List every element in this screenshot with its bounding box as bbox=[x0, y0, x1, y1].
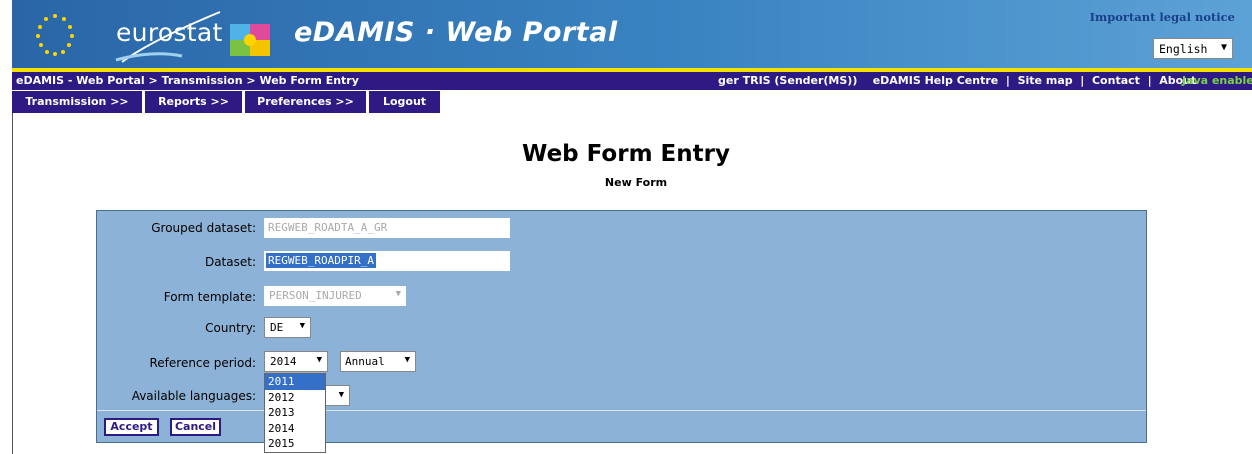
year-option[interactable]: 2013 bbox=[265, 405, 325, 421]
form-template-label: Form template: bbox=[163, 290, 256, 304]
frequency-select[interactable]: Annual ▼ bbox=[340, 351, 416, 372]
legal-notice-link[interactable]: Important legal notice bbox=[1090, 10, 1235, 24]
chevron-down-icon: ▼ bbox=[404, 355, 410, 365]
eu-flag-logo bbox=[36, 14, 74, 56]
country-select[interactable]: DE ▼ bbox=[264, 317, 311, 338]
language-select[interactable]: English ▼ bbox=[1153, 38, 1233, 59]
page-subtitle: New Form bbox=[604, 176, 668, 189]
menu-reports[interactable]: Reports >> bbox=[145, 91, 242, 113]
frequency-value: Annual bbox=[345, 355, 385, 368]
dataset-label: Dataset: bbox=[204, 255, 256, 269]
year-option[interactable]: 2015 bbox=[265, 436, 325, 452]
chevron-down-icon: ▼ bbox=[316, 355, 322, 365]
chevron-down-icon: ▼ bbox=[338, 390, 344, 400]
reference-year-dropdown: 2011 2012 2013 2014 2015 bbox=[264, 373, 326, 453]
chevron-down-icon: ▼ bbox=[395, 289, 401, 299]
page-title: Web Form Entry bbox=[522, 141, 730, 167]
chevron-down-icon: ▼ bbox=[1220, 42, 1227, 53]
grouped-dataset-field: REGWEB_ROADTA_A_GR bbox=[264, 218, 510, 238]
menu-preferences[interactable]: Preferences >> bbox=[245, 91, 366, 113]
puzzle-logo-icon bbox=[230, 24, 270, 56]
portal-title: eDAMIS · Web Portal bbox=[294, 17, 618, 48]
eurostat-logo: eurostat bbox=[116, 18, 223, 47]
available-languages-label: Available languages: bbox=[131, 389, 256, 403]
country-value: DE bbox=[270, 321, 284, 334]
menu-transmission[interactable]: Transmission >> bbox=[12, 91, 142, 113]
chevron-down-icon: ▼ bbox=[299, 321, 305, 331]
separator: | bbox=[1147, 74, 1152, 87]
country-label: Country: bbox=[205, 321, 256, 335]
grouped-dataset-label: Grouped dataset: bbox=[151, 221, 256, 235]
cancel-button[interactable]: Cancel bbox=[170, 418, 221, 436]
breadcrumb-bar: eDAMIS - Web Portal > Transmission > Web… bbox=[12, 72, 1252, 90]
header-banner: eurostat eDAMIS · Web Portal Important l… bbox=[12, 0, 1252, 68]
year-option[interactable]: 2014 bbox=[265, 421, 325, 437]
language-value: English bbox=[1159, 42, 1208, 56]
dataset-value: REGWEB_ROADPIR_A bbox=[266, 253, 376, 268]
form-template-value: PERSON_INJURED bbox=[269, 289, 362, 302]
breadcrumb: eDAMIS - Web Portal > Transmission > Web… bbox=[16, 74, 359, 87]
form-template-select: PERSON_INJURED ▼ bbox=[264, 286, 406, 306]
reference-period-label: Reference period: bbox=[149, 356, 256, 370]
grouped-dataset-value: REGWEB_ROADTA_A_GR bbox=[268, 221, 388, 234]
menu-logout[interactable]: Logout bbox=[369, 91, 440, 113]
reference-year-select[interactable]: 2014 ▼ bbox=[264, 351, 328, 372]
dataset-field[interactable]: REGWEB_ROADPIR_A bbox=[264, 251, 510, 271]
site-map-link[interactable]: Site map bbox=[1018, 74, 1073, 87]
year-option[interactable]: 2012 bbox=[265, 390, 325, 406]
separator: | bbox=[1080, 74, 1085, 87]
separator: | bbox=[1005, 74, 1010, 87]
accept-button[interactable]: Accept bbox=[104, 418, 159, 436]
contact-link[interactable]: Contact bbox=[1092, 74, 1140, 87]
year-option[interactable]: 2011 bbox=[265, 374, 325, 390]
form-divider bbox=[97, 410, 1146, 411]
user-label: ger TRIS (Sender(MS)) bbox=[718, 74, 858, 87]
reference-year-value: 2014 bbox=[270, 355, 297, 368]
java-status: Java enabled bbox=[1182, 74, 1252, 87]
help-centre-link[interactable]: eDAMIS Help Centre bbox=[873, 74, 999, 87]
top-links: ger TRIS (Sender(MS)) eDAMIS Help Centre… bbox=[718, 72, 1196, 90]
